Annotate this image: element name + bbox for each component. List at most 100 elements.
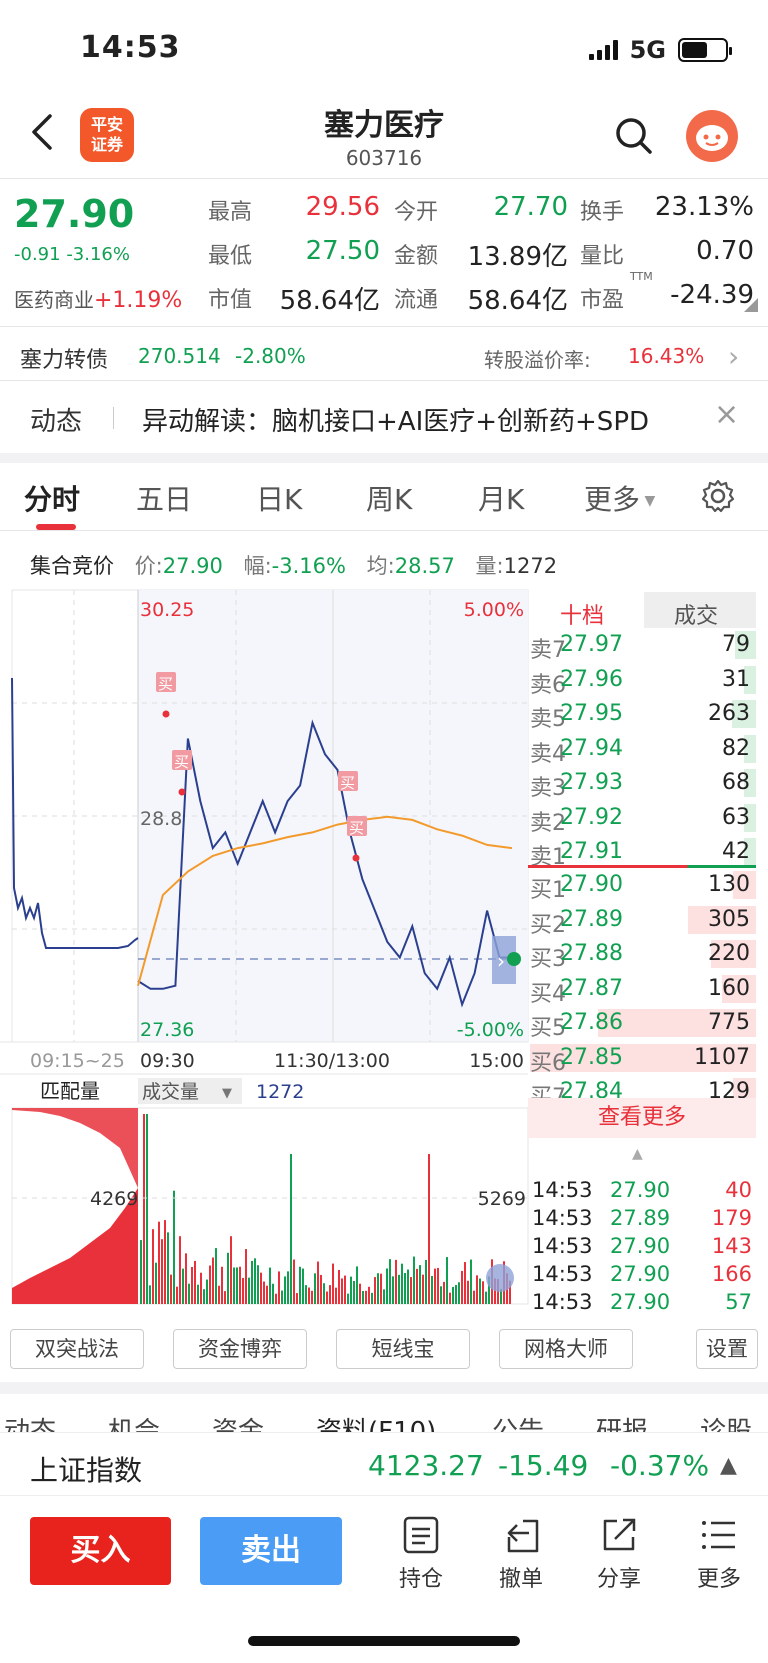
volume-bar xyxy=(278,1271,280,1304)
tab-five-day[interactable]: 五日 xyxy=(136,478,192,518)
tab-trades[interactable]: 成交 xyxy=(674,598,718,630)
bid-price: 27.90 xyxy=(560,872,623,897)
more-button[interactable]: 更多 xyxy=(684,1515,754,1593)
buy-button[interactable]: 买入 xyxy=(30,1517,171,1585)
expand-up-icon[interactable]: ▲ xyxy=(720,1453,737,1478)
bid-row[interactable]: 买4 27.87 160 xyxy=(530,972,756,1007)
volume-bar xyxy=(221,1266,223,1304)
bid-price: 27.87 xyxy=(560,975,623,1001)
bid-row[interactable]: 买1 27.90 130 xyxy=(530,868,756,903)
search-icon[interactable] xyxy=(614,116,654,156)
volume-bar xyxy=(473,1290,475,1304)
ask-row[interactable]: 卖4 27.94 82 xyxy=(530,732,756,767)
volume-bar xyxy=(191,1267,193,1304)
strategy-label: 双突战法 xyxy=(35,1337,119,1361)
assistant-avatar-icon[interactable] xyxy=(686,110,738,162)
divider xyxy=(0,530,768,531)
volume-bar xyxy=(422,1274,424,1304)
volume-bar xyxy=(140,1240,142,1304)
volume-bar xyxy=(350,1276,352,1304)
bid-volume: 220 xyxy=(708,941,750,966)
sell-button[interactable]: 卖出 xyxy=(200,1517,342,1585)
volume-bar xyxy=(179,1236,181,1304)
dropdown-icon: ▼ xyxy=(640,493,656,509)
cancel-order-button[interactable]: 撤单 xyxy=(486,1515,556,1593)
volume-bar xyxy=(230,1236,232,1304)
ask-volume: 42 xyxy=(722,839,750,864)
volume-bar xyxy=(188,1283,190,1304)
tab-ten-levels[interactable]: 十档 xyxy=(560,598,604,630)
strategy-grid-master[interactable]: 网格大师 xyxy=(499,1329,633,1369)
ask-row[interactable]: 卖5 27.95 263 xyxy=(530,697,756,732)
tab-month-k[interactable]: 月K xyxy=(478,478,524,518)
ask-row[interactable]: 卖7 27.97 79 xyxy=(530,628,756,663)
marker-text: 买 xyxy=(349,819,364,837)
ask-price: 27.96 xyxy=(560,666,623,692)
bid-row[interactable]: 买2 27.89 305 xyxy=(530,903,756,938)
share-button[interactable]: 分享 xyxy=(584,1515,654,1593)
volume-bar xyxy=(317,1261,319,1304)
sell-label: 卖出 xyxy=(241,1533,301,1568)
strategy-short-term[interactable]: 短线宝 xyxy=(336,1329,470,1369)
volume-bar xyxy=(164,1220,166,1304)
index-ticker[interactable]: 上证指数 4123.27 -15.49 -0.37% ▲ xyxy=(0,1432,768,1496)
cb-name: 塞力转债 xyxy=(20,348,109,373)
tick-volume: 143 xyxy=(711,1234,752,1258)
news-row[interactable]: 动态 异动解读：脑机接口+AI医疗+创新药+SPD × xyxy=(0,383,768,453)
volume-bar xyxy=(380,1273,382,1304)
volume-bars xyxy=(140,1114,511,1304)
trade-marker[interactable]: 买 xyxy=(338,771,358,792)
tab-more[interactable]: 更多 ▼ xyxy=(584,478,655,518)
strategy-label: 设置 xyxy=(706,1337,748,1361)
volume-bar xyxy=(155,1262,157,1304)
open-label: 今开 xyxy=(394,200,439,225)
volume-bar xyxy=(158,1221,160,1304)
ask-volume: 68 xyxy=(722,770,750,795)
tab-intraday[interactable]: 分时 xyxy=(24,478,80,518)
holdings-button[interactable]: 持仓 xyxy=(386,1515,456,1593)
strategy-label: 资金博弈 xyxy=(198,1337,282,1361)
view-more-button[interactable]: 查看更多 xyxy=(528,1098,756,1138)
strategy-fund-game[interactable]: 资金博弈 xyxy=(173,1329,307,1369)
dropdown-icon: ▼ xyxy=(222,1086,232,1101)
mid-price-label: 28.8 xyxy=(140,808,182,830)
signal-icon xyxy=(588,40,618,60)
volume-value: 1272 xyxy=(256,1081,304,1103)
volume-bar xyxy=(305,1285,307,1304)
tab-week-k[interactable]: 周K xyxy=(366,478,412,518)
bid-row[interactable]: 买6 27.85 1107 xyxy=(530,1041,756,1076)
tab-day-k[interactable]: 日K xyxy=(256,478,302,518)
ask-row[interactable]: 卖3 27.93 68 xyxy=(530,766,756,801)
tick-time: 14:53 xyxy=(532,1262,593,1286)
volume-bar xyxy=(416,1268,418,1304)
volume-bar xyxy=(446,1257,448,1304)
bid-row[interactable]: 买5 27.86 775 xyxy=(530,1006,756,1041)
collapse-up-icon[interactable]: ▲ xyxy=(632,1146,643,1162)
index-change: -15.49 xyxy=(498,1449,589,1482)
gear-icon[interactable] xyxy=(700,478,736,514)
ask-row[interactable]: 卖2 27.92 63 xyxy=(530,801,756,836)
ask-row[interactable]: 卖6 27.96 31 xyxy=(530,663,756,698)
marker-text: 买 xyxy=(174,753,189,771)
strategy-double-break[interactable]: 双突战法 xyxy=(10,1329,144,1369)
bid-row[interactable]: 买3 27.88 220 xyxy=(530,937,756,972)
cb-price: 270.514 xyxy=(138,344,221,368)
convertible-bond-row[interactable]: 塞力转债 270.514 -2.80% 转股溢价率: 16.43% › xyxy=(0,330,768,380)
time-label-mid: 11:30/13:00 xyxy=(274,1050,390,1072)
volume-bar xyxy=(419,1265,421,1304)
pe-value: -24.39 xyxy=(670,280,754,310)
corner-expand-icon[interactable] xyxy=(744,298,758,312)
volume-bar xyxy=(455,1285,457,1304)
volume-bar xyxy=(146,1114,148,1304)
bid-price: 27.85 xyxy=(560,1044,623,1070)
vol-ratio-value: 0.70 xyxy=(696,236,754,266)
expand-icon[interactable] xyxy=(486,1264,514,1292)
close-icon[interactable]: × xyxy=(714,397,739,432)
volume-bar xyxy=(284,1276,286,1304)
volume-bar xyxy=(437,1267,439,1304)
volume-bar xyxy=(326,1291,328,1304)
volume-bar xyxy=(335,1287,337,1304)
ask-row[interactable]: 卖1 27.91 42 xyxy=(530,835,756,870)
sector-info[interactable]: 医药商业+1.19% xyxy=(14,284,182,313)
strategy-settings-button[interactable]: 设置 xyxy=(696,1329,758,1369)
